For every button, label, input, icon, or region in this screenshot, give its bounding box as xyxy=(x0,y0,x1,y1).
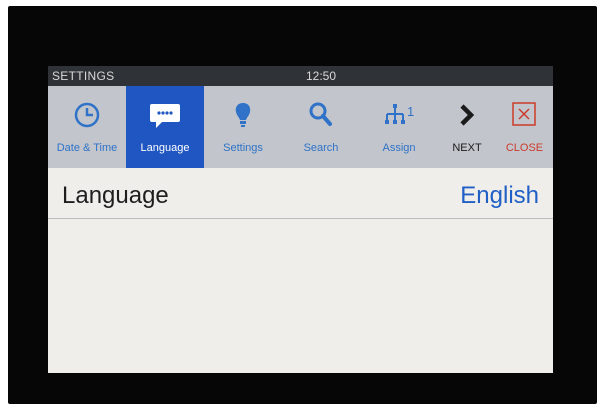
close-button[interactable]: CLOSE xyxy=(496,86,553,168)
tab-label: Search xyxy=(303,142,339,154)
speech-bubble-icon xyxy=(150,104,180,128)
language-value[interactable]: English xyxy=(460,182,539,210)
next-label: NEXT xyxy=(452,142,482,154)
magnifier-icon xyxy=(309,102,332,126)
tab-label: Assign xyxy=(382,142,416,154)
language-setting-row[interactable]: Language English xyxy=(48,168,553,219)
setting-label: Language xyxy=(62,182,169,209)
close-label: CLOSE xyxy=(505,142,544,154)
network-icon: 1 xyxy=(385,104,414,124)
lightbulb-icon xyxy=(235,103,251,127)
touch-screen: SETTINGS 12:50 Date & Time Language Sett… xyxy=(48,66,553,373)
tab-language[interactable]: Language xyxy=(126,86,204,168)
status-bar: SETTINGS 12:50 xyxy=(48,66,553,86)
screen-title: SETTINGS xyxy=(52,69,115,83)
tab-label: Language xyxy=(140,142,190,154)
next-button[interactable]: NEXT xyxy=(438,86,496,168)
tab-assign[interactable]: 1 Assign xyxy=(360,86,438,168)
tab-settings[interactable]: Settings xyxy=(204,86,282,168)
chevron-right-icon xyxy=(460,104,475,126)
tab-label: Settings xyxy=(223,142,263,154)
toolbar: Date & Time Language Settings Search 1 A… xyxy=(48,86,553,168)
clock-icon xyxy=(74,102,100,128)
assign-count: 1 xyxy=(407,104,414,119)
clock: 12:50 xyxy=(306,69,337,83)
close-icon xyxy=(512,102,536,126)
tab-label: Date & Time xyxy=(56,142,118,154)
tab-date-time[interactable]: Date & Time xyxy=(48,86,126,168)
tab-search[interactable]: Search xyxy=(282,86,360,168)
